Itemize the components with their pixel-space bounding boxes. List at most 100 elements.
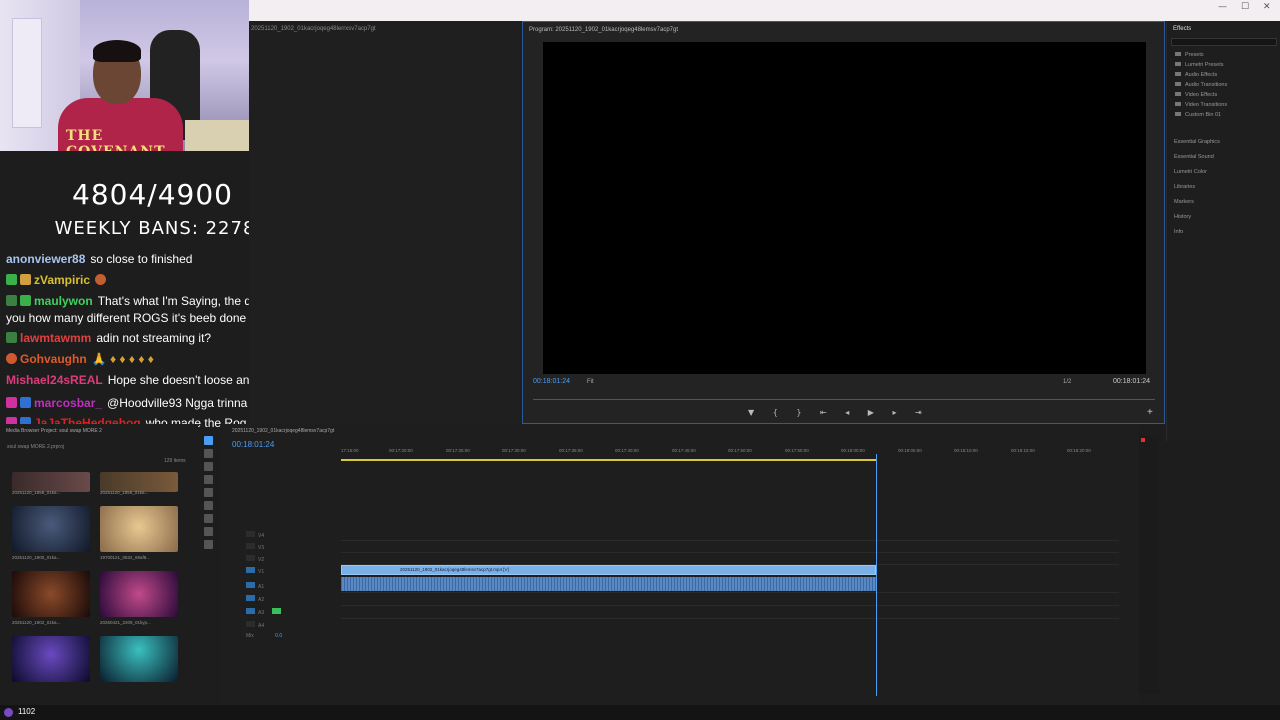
pen-tool-icon[interactable] (204, 501, 213, 510)
effects-folder[interactable]: Audio Transitions (1175, 82, 1227, 88)
webcam-door (12, 18, 42, 128)
track-header-a2[interactable]: A2 (246, 595, 264, 603)
lock-icon[interactable] (246, 567, 255, 573)
program-timecode-left[interactable]: 00:18:01:24 (533, 378, 570, 385)
playhead[interactable] (876, 454, 877, 696)
track-header-v1[interactable]: V1 (246, 567, 264, 575)
ruler-tick: 00:18:00:00 (841, 448, 865, 453)
slip-tool-icon[interactable] (204, 488, 213, 497)
badge-icon (20, 295, 31, 306)
hand-tool-icon[interactable] (204, 527, 213, 536)
track-header-v4[interactable]: V4 (246, 531, 264, 539)
chat-username: Gohvaughn (20, 352, 87, 366)
track-header-v2[interactable]: V2 (246, 555, 264, 563)
fit-dropdown[interactable]: Fit (587, 379, 594, 385)
effects-folder[interactable]: Presets (1175, 52, 1204, 58)
lock-icon[interactable] (246, 555, 255, 561)
lumetri-color-tab[interactable]: Lumetri Color (1174, 169, 1207, 175)
audio-clip-a1[interactable] (341, 577, 876, 591)
project-tabs[interactable]: Media Browser Project: soul swap MORE 2 (6, 428, 102, 434)
emote-icon (95, 274, 107, 285)
close-icon[interactable]: ✕ (1263, 2, 1271, 12)
effects-title: Effects (1173, 26, 1192, 32)
clip-indicator (1141, 438, 1145, 442)
maximize-icon[interactable]: ☐ (1241, 2, 1249, 12)
badge-icon (6, 295, 17, 306)
effects-panel[interactable]: Effects Presets Lumetri Presets Audio Ef… (1166, 21, 1280, 441)
effects-folder[interactable]: Video Transitions (1175, 102, 1227, 108)
clip-thumbnail[interactable] (12, 506, 90, 552)
timeline-panel[interactable]: 20251120_1902_01kacrjoqeg48lemsv7acp7gt … (222, 424, 1138, 714)
libraries-tab[interactable]: Libraries (1174, 184, 1195, 190)
razor-tool-icon[interactable] (204, 475, 213, 484)
chat-username: marcosbar_ (34, 396, 103, 410)
clip-thumbnail[interactable] (100, 636, 178, 682)
lock-icon[interactable] (246, 531, 255, 537)
effects-folder[interactable]: Video Effects (1175, 92, 1217, 98)
lock-icon[interactable] (246, 543, 255, 549)
badge-icon (20, 397, 31, 408)
effects-folder[interactable]: Audio Effects (1175, 72, 1217, 78)
track-label: V3 (258, 545, 265, 551)
project-panel[interactable]: Media Browser Project: soul swap MORE 2 … (0, 424, 198, 714)
lock-icon[interactable] (246, 621, 255, 627)
chat-username: maulywon (34, 294, 93, 308)
minimize-icon[interactable]: — (1218, 2, 1227, 12)
track-header-a1[interactable]: A1 (246, 582, 264, 590)
effects-folder[interactable]: Custom Bin 01 (1175, 112, 1221, 118)
clip-thumbnail[interactable] (100, 506, 178, 552)
effects-folder[interactable]: Lumetri Presets (1175, 62, 1224, 68)
badge-icon (6, 353, 17, 364)
add-button-icon[interactable]: + (1147, 407, 1153, 418)
badge-icon (6, 274, 17, 285)
video-clip-v1[interactable]: 20251120_1902_01kacrjoqeg48lemsv7acp7gt.… (341, 565, 876, 575)
markers-tab[interactable]: Markers (1174, 199, 1194, 205)
work-area-bar[interactable] (341, 459, 876, 461)
clip-thumbnail[interactable] (12, 636, 90, 682)
transport-controls[interactable]: ▼ { } ⇤ ◂ ▶ ▸ ⇥ (748, 408, 930, 417)
essential-graphics-tab[interactable]: Essential Graphics (1174, 139, 1220, 145)
track-header-a3[interactable]: A3 (246, 608, 284, 616)
ripple-tool-icon[interactable] (204, 462, 213, 471)
ruler-tick: 00:17:50:00 (728, 448, 752, 453)
chat-message: lawmtawmm adin not streaming it? (6, 330, 211, 347)
lock-icon[interactable] (246, 595, 255, 601)
clip-thumbnail[interactable] (100, 571, 178, 617)
rectangle-tool-icon[interactable] (204, 514, 213, 523)
folder-icon (1175, 82, 1181, 86)
timeline-ruler[interactable]: 17:15:00 00:17:20:00 00:17:25:00 00:17:3… (341, 448, 1119, 458)
program-scrubber[interactable] (533, 399, 1155, 400)
twitch-icon (4, 708, 13, 717)
selection-tool-icon[interactable] (204, 436, 213, 445)
track-select-tool-icon[interactable] (204, 449, 213, 458)
program-video-screen[interactable] (543, 42, 1146, 374)
lock-icon[interactable] (246, 582, 255, 588)
history-tab[interactable]: History (1174, 214, 1191, 220)
essential-sound-tab[interactable]: Essential Sound (1174, 154, 1214, 160)
track-header-mix[interactable]: Mix 0.0 (246, 633, 282, 639)
track-label: A1 (258, 584, 265, 590)
ruler-tick: 00:17:45:00 (672, 448, 696, 453)
timeline-timecode[interactable]: 00:18:01:24 (232, 440, 274, 449)
quality-dropdown[interactable]: 1/2 (1063, 379, 1071, 385)
solo-icon[interactable] (272, 608, 282, 614)
clip-thumbnail[interactable] (100, 472, 178, 492)
clip-thumbnail[interactable] (12, 571, 90, 617)
mix-value[interactable]: 0.0 (275, 633, 282, 639)
lock-icon[interactable] (246, 608, 255, 614)
effects-search-input[interactable] (1171, 38, 1277, 46)
track-header-v3[interactable]: V3 (246, 543, 264, 551)
folder-label: Audio Transitions (1185, 82, 1228, 88)
source-panel-title: 20251120_1902_01kacrjoqeg48lerrxsv7acp7g… (251, 26, 376, 32)
webcam-desk (185, 120, 249, 151)
info-tab[interactable]: Info (1174, 229, 1183, 235)
ruler-tick: 00:17:30:00 (502, 448, 526, 453)
type-tool-icon[interactable] (204, 540, 213, 549)
sequence-tab[interactable]: 20251120_1902_01kacrjoqeg48lemsv7acp7gt (232, 428, 334, 434)
clip-thumbnail[interactable] (12, 472, 90, 492)
source-monitor-panel[interactable]: 20251120_1902_01kacrjoqeg48lerrxsv7acp7g… (249, 21, 521, 424)
screen: — ☐ ✕ THE COVENANT 4804/4900 WEEKLY BANS… (0, 0, 1280, 720)
track-header-a4[interactable]: A4 (246, 621, 264, 629)
program-monitor[interactable]: Program: 20251120_1902_01kacrjoqeg48lems… (522, 21, 1165, 424)
project-name: soul swap MORE 2.prproj (7, 444, 64, 450)
